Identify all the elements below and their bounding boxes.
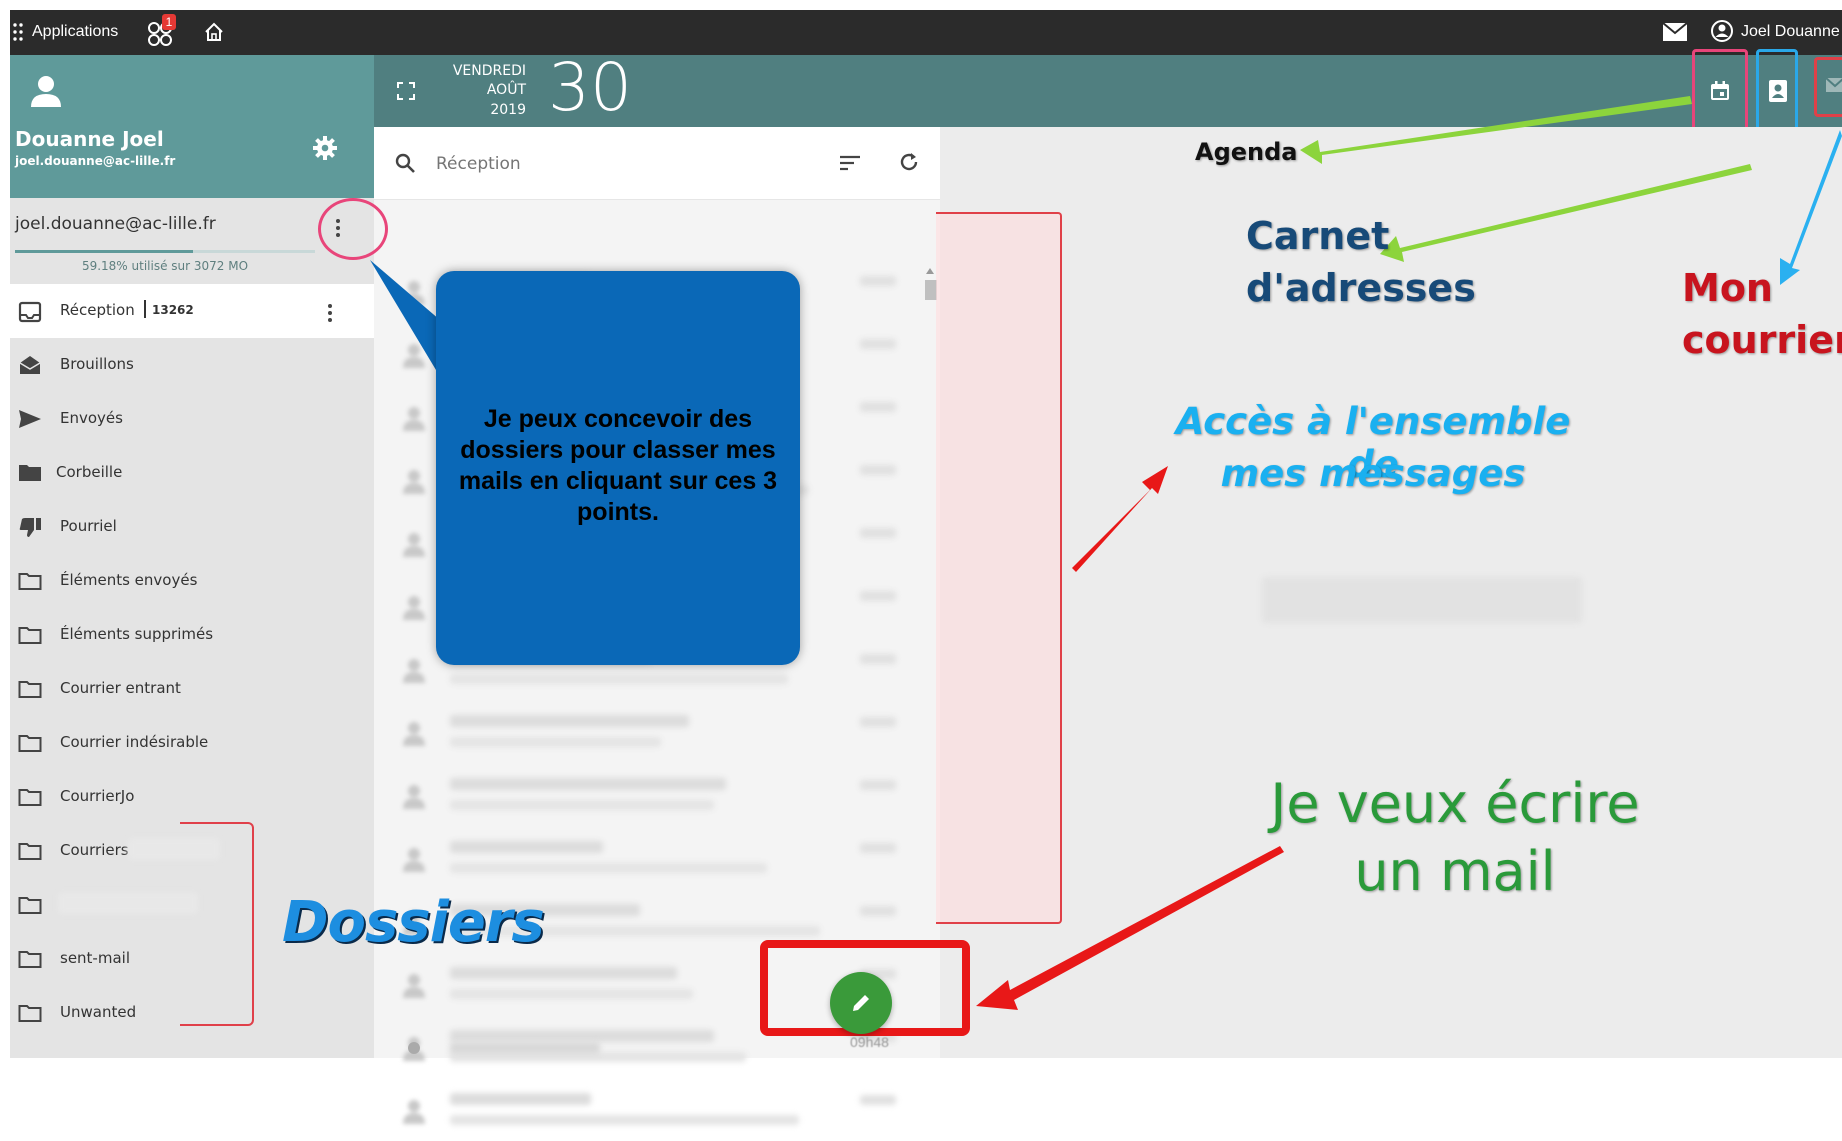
label-ecrire-2: un mail [1354,840,1556,903]
message-subject [450,1093,591,1105]
label-dossiers: Dossiers [282,890,545,955]
message-preview [450,1115,799,1125]
label-courrier: courrier [1682,318,1842,362]
label-ecrire-1: Je veux écrire [1270,772,1640,835]
label-carnet-1: Carnet [1246,214,1390,258]
arrow-courrier [1780,130,1842,285]
label-carnet-2: d'adresses [1246,266,1476,310]
label-agenda: Agenda [1195,138,1298,166]
arrow-ecrire [976,846,1284,1010]
message-time [860,1095,896,1105]
sender-avatar-icon [400,1097,428,1125]
label-mon: Mon [1682,266,1773,310]
label-acces-2: mes messages [1220,452,1526,495]
arrow-carnet [1380,164,1752,262]
list-item[interactable] [374,1081,924,1141]
arrow-agenda [1300,96,1692,164]
